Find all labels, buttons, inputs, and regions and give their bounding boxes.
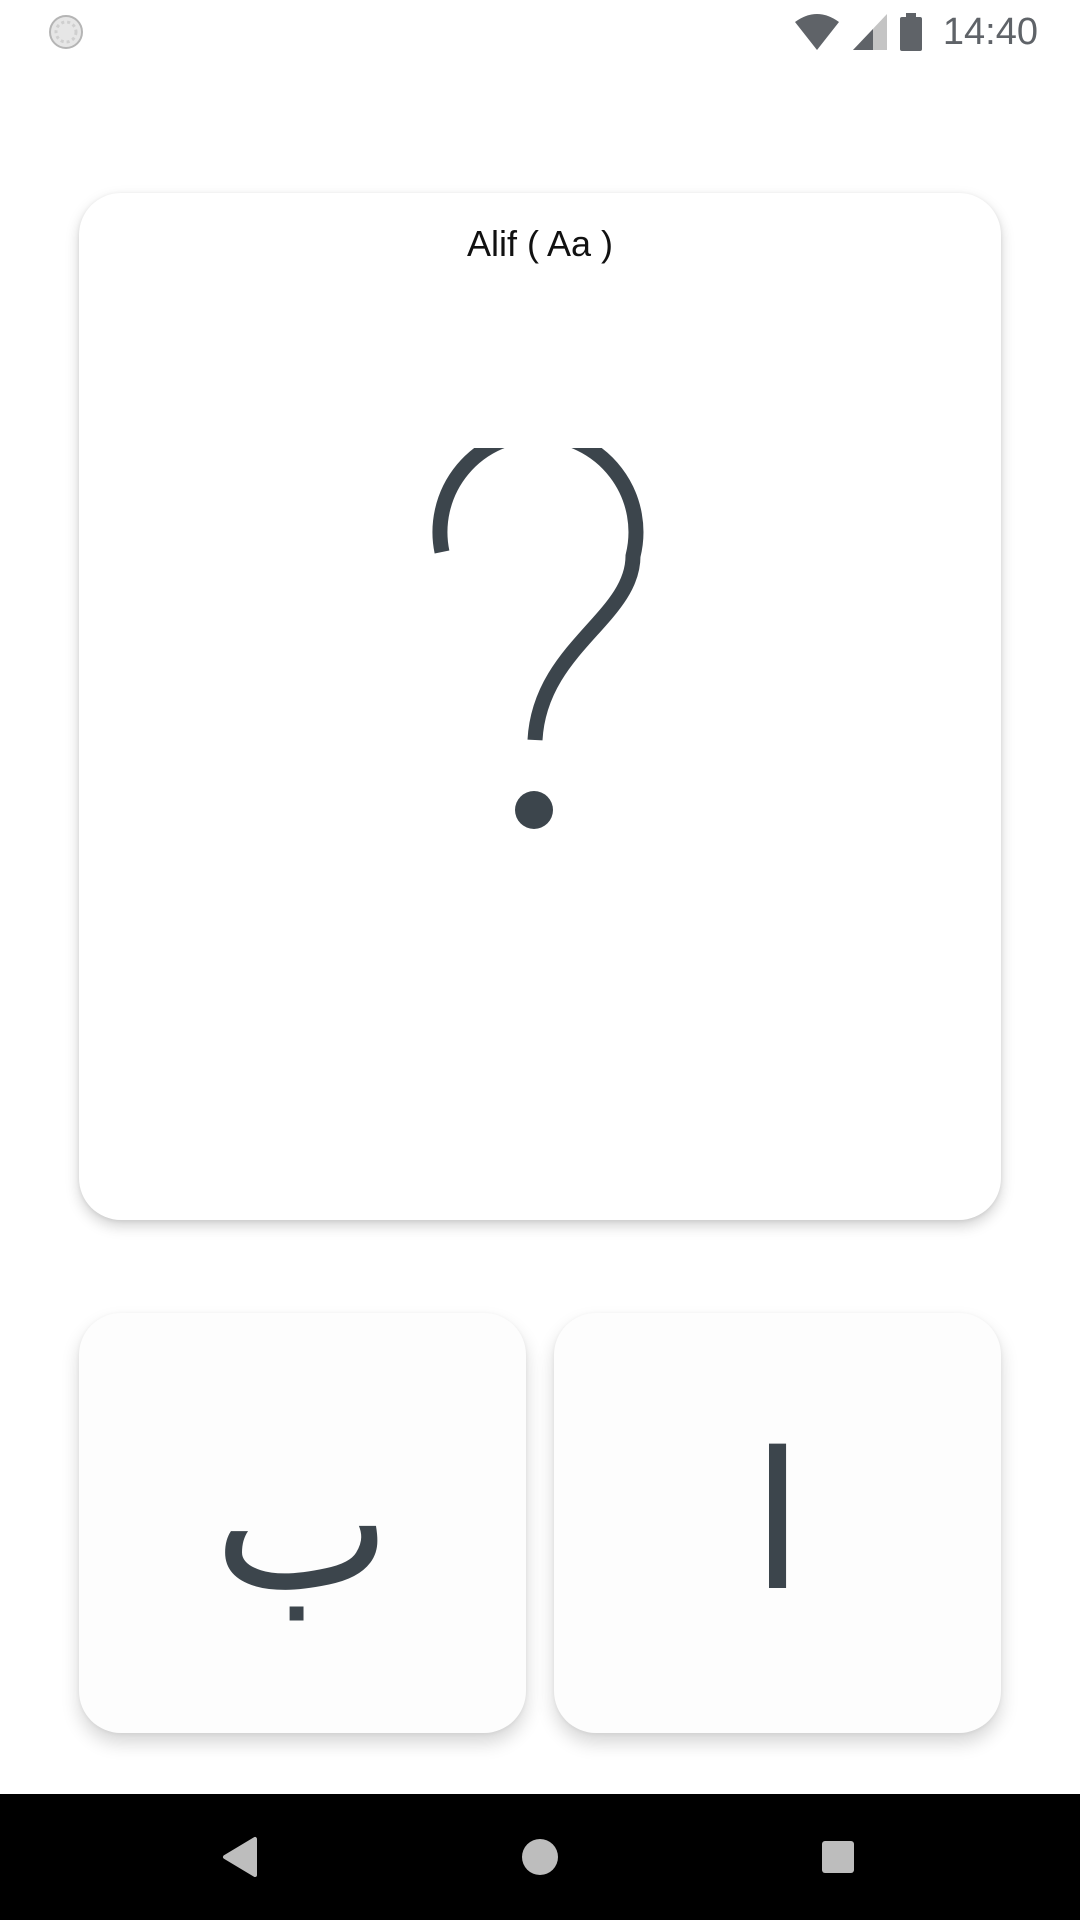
question-card: Alif ( Aa ): [79, 193, 1001, 1220]
question-title: Alif ( Aa ): [466, 223, 614, 264]
home-button[interactable]: [507, 1824, 573, 1890]
navigation-bar: [0, 1794, 1080, 1920]
question-mark-icon: [432, 448, 644, 829]
answer-letter: ا: [751, 1412, 804, 1633]
answer-option-alif[interactable]: ا: [554, 1313, 1001, 1733]
sync-indicator-icon: [49, 15, 83, 49]
status-time: 14:40: [942, 10, 1038, 53]
back-icon: [223, 1837, 257, 1877]
answer-letter: ب: [213, 1412, 392, 1633]
recents-button[interactable]: [805, 1824, 871, 1890]
answer-option-ba[interactable]: ب: [79, 1313, 526, 1733]
cell-signal-icon: [852, 14, 887, 50]
status-icons: 14:40: [793, 8, 1038, 56]
home-icon: [522, 1839, 558, 1875]
screen: 14:40 Alif ( Aa ) ب ا: [0, 0, 1080, 1920]
status-bar: 14:40: [0, 0, 1080, 64]
battery-icon: [899, 13, 922, 51]
wifi-icon: [794, 14, 839, 50]
back-button[interactable]: [208, 1824, 274, 1890]
recents-icon: [822, 1841, 854, 1873]
